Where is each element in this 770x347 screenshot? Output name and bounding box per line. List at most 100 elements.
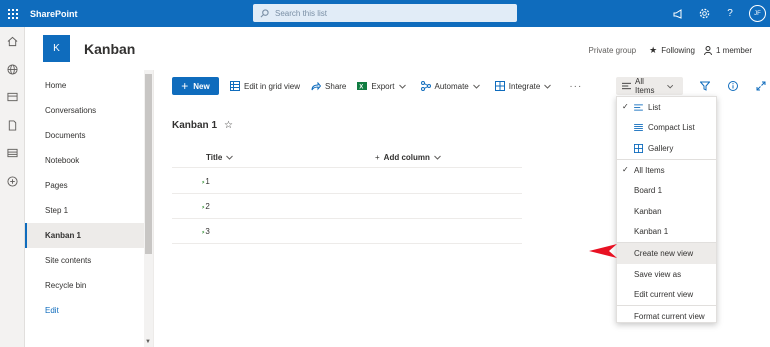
new-button[interactable]: + New <box>172 77 219 95</box>
lists-icon[interactable] <box>0 139 25 167</box>
list-title-text[interactable]: Kanban 1 <box>172 120 217 131</box>
table-row[interactable]: ⸗ 3 <box>172 219 522 244</box>
new-label: New <box>193 81 210 91</box>
avatar[interactable]: JF <box>749 5 766 22</box>
nav-item-conversations[interactable]: Conversations <box>25 98 153 123</box>
menu-item-edit-current-view[interactable]: Edit current view <box>617 284 716 305</box>
integrate-icon <box>494 81 505 91</box>
list-title: Kanban 1 ☆ <box>172 120 233 131</box>
site-header: K Kanban Private group ★ Following 1 mem… <box>25 27 770 70</box>
star-outline-icon[interactable]: ☆ <box>224 120 233 131</box>
row-title[interactable]: 3 <box>205 227 209 236</box>
automate-label: Automate <box>434 81 469 91</box>
integrate-button[interactable]: Integrate <box>494 81 556 91</box>
chevron-down-icon <box>666 84 673 88</box>
view-switcher-label: All Items <box>634 77 655 95</box>
members-label: 1 member <box>715 46 752 55</box>
nav-item-site-contents[interactable]: Site contents <box>25 248 153 273</box>
globe-icon[interactable] <box>0 55 25 83</box>
nav-edit-link[interactable]: Edit <box>25 298 153 323</box>
menu-item-label: Save view as <box>634 269 682 279</box>
news-icon[interactable] <box>0 83 25 111</box>
nav-item-pages[interactable]: Pages <box>25 173 153 198</box>
plus-icon: + <box>375 153 380 162</box>
check-icon: ✓ <box>622 102 629 111</box>
menu-item-label: Gallery <box>648 143 674 153</box>
nav-item-step-1[interactable]: Step 1 <box>25 198 153 223</box>
nav-scrollbar-thumb[interactable] <box>145 74 152 254</box>
menu-item-board-1[interactable]: Board 1 <box>617 180 716 201</box>
automate-button[interactable]: Automate <box>420 81 484 91</box>
follow-button[interactable]: ★ Following <box>645 45 695 56</box>
new-item-icon: ⸗ <box>202 179 205 186</box>
row-title[interactable]: 1 <box>205 177 209 186</box>
search-icon <box>260 8 269 17</box>
menu-item-all-items[interactable]: ✓ All Items <box>617 160 716 181</box>
menu-item-create-new-view[interactable]: Create new view <box>617 243 716 264</box>
menu-item-save-view-as[interactable]: Save view as <box>617 264 716 285</box>
info-icon[interactable] <box>721 81 745 91</box>
export-button[interactable]: X Export <box>357 81 409 91</box>
menu-item-label: Board 1 <box>634 186 663 196</box>
menu-item-kanban-1[interactable]: Kanban 1 <box>617 222 716 243</box>
automate-icon <box>420 81 431 91</box>
svg-text:X: X <box>360 85 364 91</box>
menu-item-gallery[interactable]: Gallery <box>617 138 716 159</box>
view-switcher-button[interactable]: All Items <box>616 77 683 95</box>
nav-item-kanban-1[interactable]: Kanban 1 <box>25 223 153 248</box>
menu-item-kanban[interactable]: Kanban <box>617 201 716 222</box>
nav-item-documents[interactable]: Documents <box>25 123 153 148</box>
help-icon[interactable]: ? <box>717 0 743 27</box>
scroll-down-icon[interactable]: ▼ <box>145 339 151 345</box>
edit-grid-label: Edit in grid view <box>244 81 301 91</box>
excel-icon: X <box>357 82 368 91</box>
suite-bar: SharePoint Search this list ? JF <box>0 0 770 27</box>
share-icon <box>311 81 322 90</box>
suite-title[interactable]: SharePoint <box>30 9 78 19</box>
privacy-label: Private group <box>588 46 637 55</box>
site-logo[interactable]: K <box>43 35 70 62</box>
filter-icon[interactable] <box>693 81 717 91</box>
table-row[interactable]: ⸗ 1 <box>172 169 522 194</box>
expand-icon[interactable] <box>749 81 770 91</box>
chevron-down-icon <box>472 84 480 89</box>
nav-item-home[interactable]: Home <box>25 73 153 98</box>
export-label: Export <box>371 81 395 91</box>
plus-icon: + <box>181 79 189 93</box>
column-header-title[interactable]: Title <box>206 153 234 162</box>
add-column-button[interactable]: + Add column <box>375 153 441 162</box>
document-icon[interactable] <box>0 111 25 139</box>
person-icon <box>703 46 712 55</box>
app-launcher-icon[interactable] <box>0 0 26 27</box>
share-button[interactable]: Share <box>311 81 346 91</box>
gear-icon[interactable] <box>691 0 717 27</box>
members-button[interactable]: 1 member <box>703 46 752 55</box>
menu-item-label: Format current view <box>634 311 705 321</box>
menu-item-list[interactable]: ✓ List <box>617 97 716 118</box>
add-icon[interactable] <box>0 167 25 195</box>
menu-item-label: Compact List <box>648 123 695 133</box>
menu-item-label: Edit current view <box>634 290 694 300</box>
menu-item-compact-list[interactable]: Compact List <box>617 118 716 139</box>
edit-grid-button[interactable]: Edit in grid view <box>230 81 300 91</box>
site-title[interactable]: Kanban <box>84 41 135 57</box>
compact-list-icon <box>634 124 643 132</box>
home-icon[interactable] <box>0 27 25 55</box>
menu-item-format-current-view[interactable]: Format current view <box>617 306 716 327</box>
search-placeholder: Search this list <box>275 8 328 18</box>
nav-item-notebook[interactable]: Notebook <box>25 148 153 173</box>
list-view-icon <box>634 104 643 111</box>
search-box[interactable]: Search this list <box>253 4 517 22</box>
more-actions-button[interactable]: ··· <box>569 81 582 92</box>
nav-scrollbar[interactable]: ▼ <box>144 70 153 347</box>
chevron-down-icon <box>226 155 234 160</box>
new-item-icon: ⸗ <box>202 204 205 211</box>
chevron-down-icon <box>544 84 552 89</box>
megaphone-icon[interactable] <box>665 0 691 27</box>
nav-item-recycle-bin[interactable]: Recycle bin <box>25 273 153 298</box>
table-row[interactable]: ⸗ 2 <box>172 194 522 219</box>
row-title[interactable]: 2 <box>205 202 209 211</box>
app-rail <box>0 27 25 347</box>
menu-item-label: All Items <box>634 165 665 175</box>
menu-item-label: Kanban 1 <box>634 227 669 237</box>
